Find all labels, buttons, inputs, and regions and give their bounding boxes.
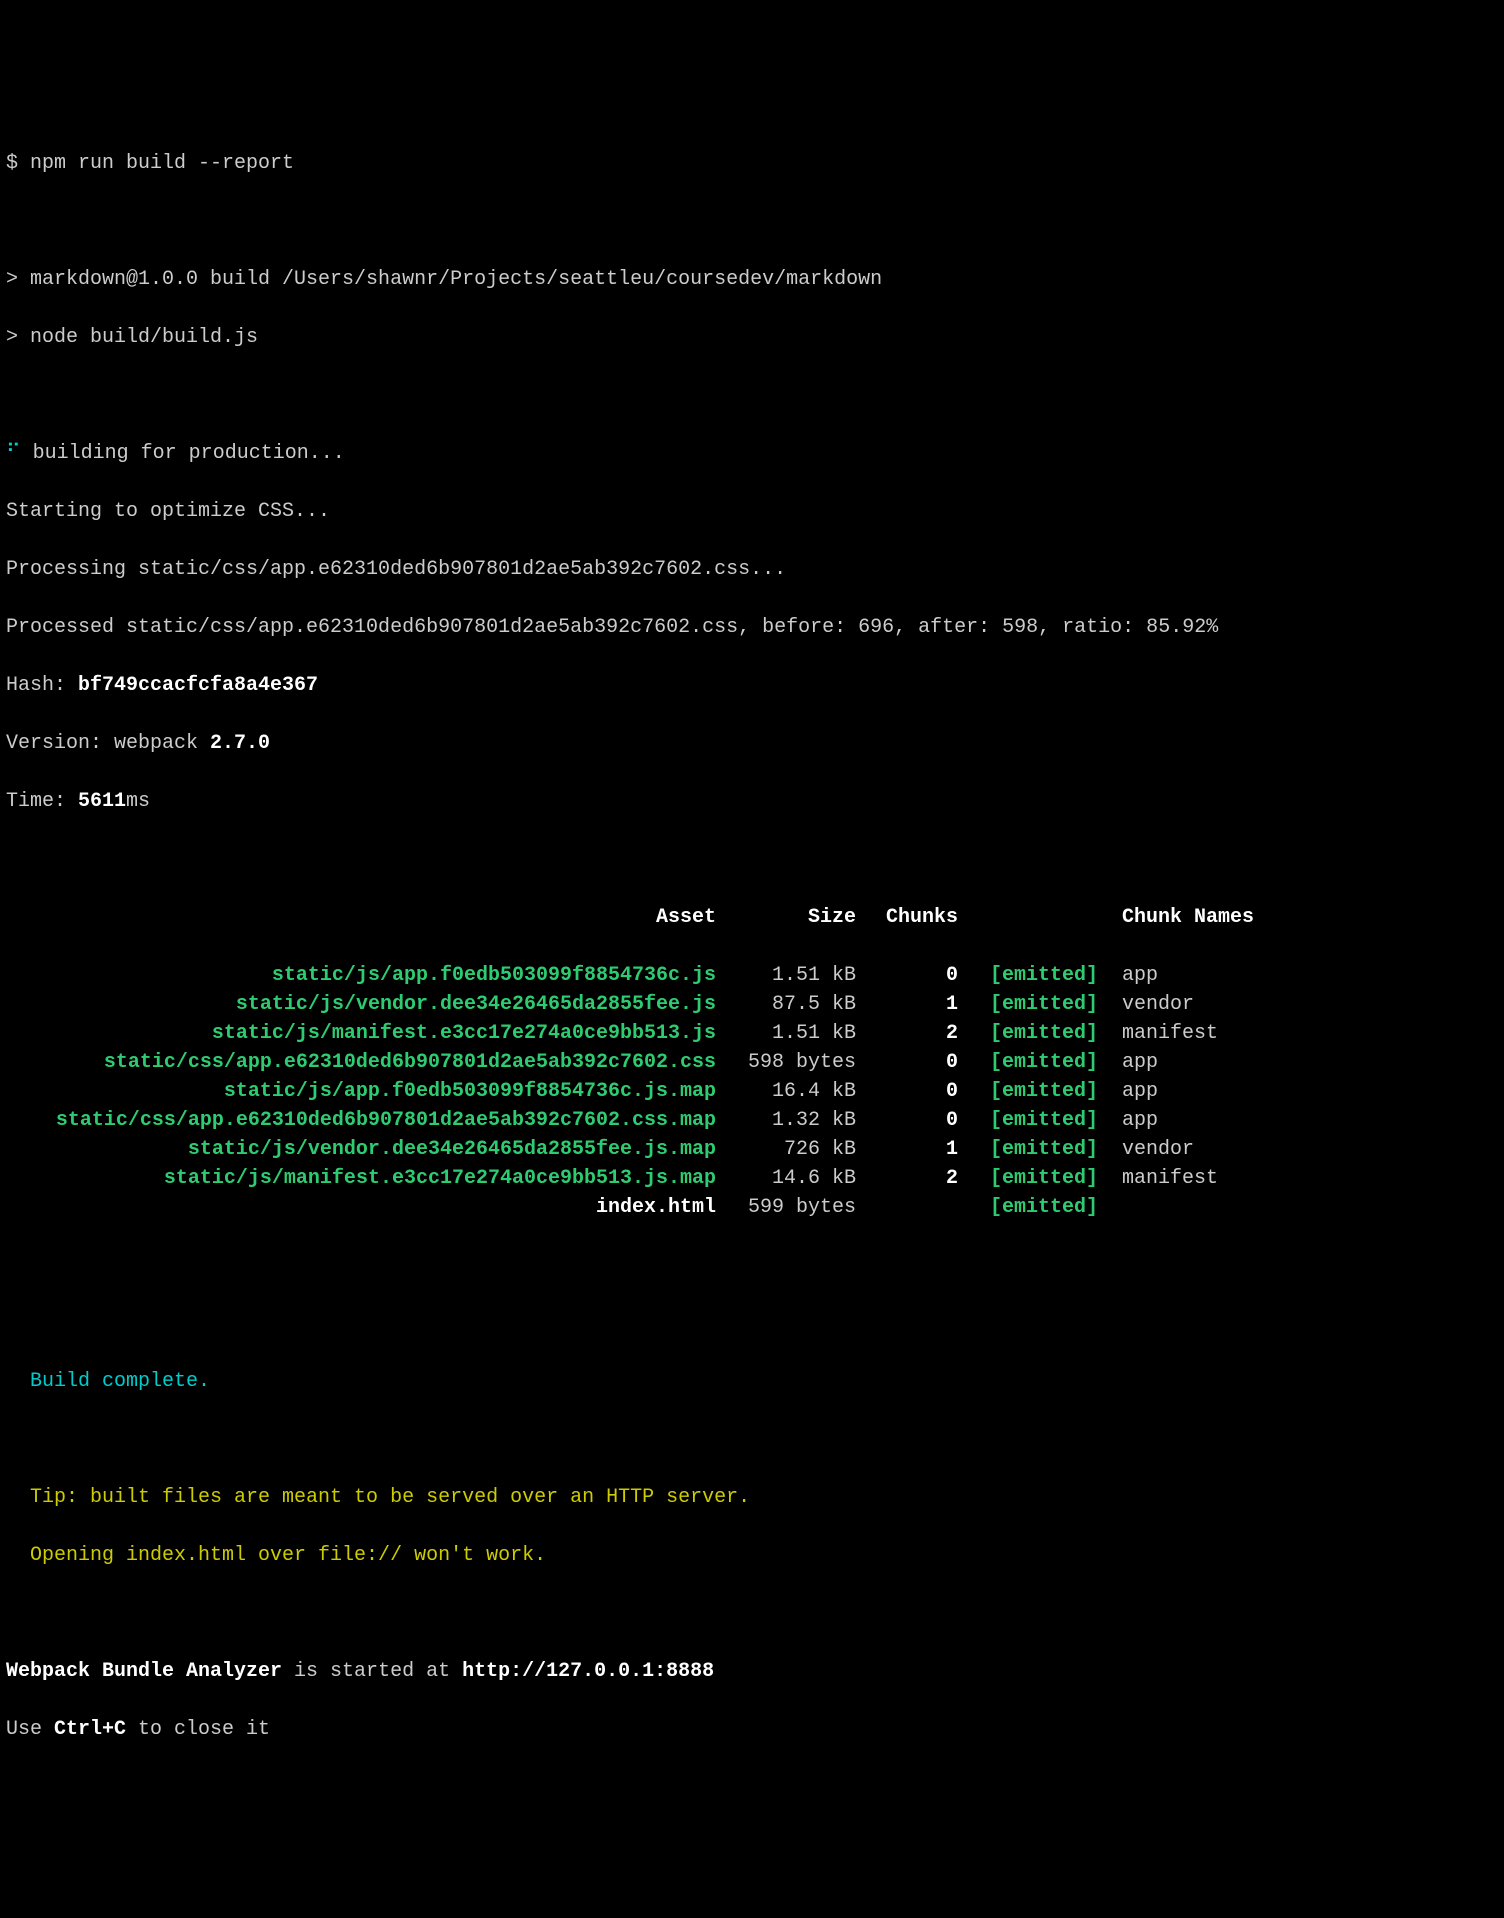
header-chunk-names: Chunk Names	[1098, 903, 1498, 932]
table-row: static/js/vendor.dee34e26465da2855fee.js…	[6, 990, 1498, 1019]
asset-name: static/js/app.f0edb503099f8854736c.js.ma…	[6, 1077, 716, 1106]
analyzer-mid: is started at	[282, 1660, 462, 1683]
analyzer-line: Webpack Bundle Analyzer is started at ht…	[6, 1657, 1498, 1686]
emitted-tag: [emitted]	[958, 961, 1098, 990]
time-label: Time:	[6, 790, 78, 813]
asset-chunk: 2	[856, 1164, 958, 1193]
processing-line: Processing static/css/app.e62310ded6b907…	[6, 555, 1498, 584]
version-line: Version: webpack 2.7.0	[6, 729, 1498, 758]
ctrl-shortcut: Ctrl+C	[54, 1718, 126, 1741]
blank-line	[6, 207, 1498, 236]
asset-size: 599 bytes	[716, 1193, 856, 1222]
table-row: static/js/app.f0edb503099f8854736c.js1.5…	[6, 961, 1498, 990]
asset-name: static/js/manifest.e3cc17e274a0ce9bb513.…	[6, 1164, 716, 1193]
emitted-tag: [emitted]	[958, 1048, 1098, 1077]
asset-chunk	[856, 1193, 958, 1222]
command-prompt-line: $ npm run build --report	[6, 149, 1498, 178]
table-row: index.html599 bytes [emitted]	[6, 1193, 1498, 1222]
emitted-tag: [emitted]	[958, 1193, 1098, 1222]
spinner-icon: ⠋	[6, 442, 21, 465]
ctrl-post: to close it	[126, 1718, 270, 1741]
asset-chunk: 0	[856, 1106, 958, 1135]
emitted-tag: [emitted]	[958, 1106, 1098, 1135]
ctrl-pre: Use	[6, 1718, 54, 1741]
asset-name: static/js/manifest.e3cc17e274a0ce9bb513.…	[6, 1019, 716, 1048]
build-complete-line: Build complete.	[6, 1367, 1498, 1396]
chunk-name: manifest	[1098, 1019, 1498, 1048]
processed-line: Processed static/css/app.e62310ded6b9078…	[6, 613, 1498, 642]
asset-name: static/js/vendor.dee34e26465da2855fee.js	[6, 990, 716, 1019]
hash-value: bf749ccacfcfa8a4e367	[78, 674, 318, 697]
asset-table: AssetSizeChunks Chunk Names static/js/ap…	[6, 874, 1498, 1251]
table-row: static/js/manifest.e3cc17e274a0ce9bb513.…	[6, 1164, 1498, 1193]
asset-name: static/js/app.f0edb503099f8854736c.js	[6, 961, 716, 990]
npm-script-line: > node build/build.js	[6, 323, 1498, 352]
chunk-name	[1098, 1193, 1498, 1222]
blank-line	[6, 1309, 1498, 1338]
asset-size: 726 kB	[716, 1135, 856, 1164]
table-row: static/css/app.e62310ded6b907801d2ae5ab3…	[6, 1106, 1498, 1135]
asset-chunk: 1	[856, 990, 958, 1019]
ctrl-c-line: Use Ctrl+C to close it	[6, 1715, 1498, 1744]
asset-size: 14.6 kB	[716, 1164, 856, 1193]
asset-chunk: 0	[856, 1077, 958, 1106]
building-line: ⠋ building for production...	[6, 439, 1498, 468]
header-asset: Asset	[6, 903, 716, 932]
time-unit: ms	[126, 790, 150, 813]
analyzer-name: Webpack Bundle Analyzer	[6, 1660, 282, 1683]
chunk-name: app	[1098, 1077, 1498, 1106]
version-value: 2.7.0	[210, 732, 270, 755]
chunk-name: vendor	[1098, 1135, 1498, 1164]
chunk-name: app	[1098, 961, 1498, 990]
chunk-name: app	[1098, 1048, 1498, 1077]
table-row: static/js/vendor.dee34e26465da2855fee.js…	[6, 1135, 1498, 1164]
emitted-tag: [emitted]	[958, 1019, 1098, 1048]
asset-size: 87.5 kB	[716, 990, 856, 1019]
asset-name: static/js/vendor.dee34e26465da2855fee.js…	[6, 1135, 716, 1164]
tip-line: Opening index.html over file:// won't wo…	[6, 1541, 1498, 1570]
asset-name: index.html	[6, 1193, 716, 1222]
tip-line: Tip: built files are meant to be served …	[6, 1483, 1498, 1512]
asset-size: 1.51 kB	[716, 961, 856, 990]
table-row: static/js/manifest.e3cc17e274a0ce9bb513.…	[6, 1019, 1498, 1048]
asset-chunk: 0	[856, 1048, 958, 1077]
time-line: Time: 5611ms	[6, 787, 1498, 816]
blank-line	[6, 1599, 1498, 1628]
terminal-output: $ npm run build --report > markdown@1.0.…	[6, 120, 1498, 1773]
blank-line	[6, 381, 1498, 410]
asset-chunk: 2	[856, 1019, 958, 1048]
npm-script-line: > markdown@1.0.0 build /Users/shawnr/Pro…	[6, 265, 1498, 294]
asset-name: static/css/app.e62310ded6b907801d2ae5ab3…	[6, 1106, 716, 1135]
header-size: Size	[716, 903, 856, 932]
chunk-name: app	[1098, 1106, 1498, 1135]
building-text: building for production...	[21, 442, 345, 465]
table-header-row: AssetSizeChunks Chunk Names	[6, 903, 1498, 932]
optimize-line: Starting to optimize CSS...	[6, 497, 1498, 526]
blank-line	[6, 1425, 1498, 1454]
emitted-tag: [emitted]	[958, 990, 1098, 1019]
analyzer-url: http://127.0.0.1:8888	[462, 1660, 714, 1683]
asset-chunk: 0	[856, 961, 958, 990]
emitted-tag: [emitted]	[958, 1164, 1098, 1193]
asset-name: static/css/app.e62310ded6b907801d2ae5ab3…	[6, 1048, 716, 1077]
emitted-tag: [emitted]	[958, 1135, 1098, 1164]
version-label: Version: webpack	[6, 732, 210, 755]
header-chunks: Chunks	[856, 903, 958, 932]
asset-size: 16.4 kB	[716, 1077, 856, 1106]
hash-line: Hash: bf749ccacfcfa8a4e367	[6, 671, 1498, 700]
asset-size: 1.32 kB	[716, 1106, 856, 1135]
chunk-name: vendor	[1098, 990, 1498, 1019]
chunk-name: manifest	[1098, 1164, 1498, 1193]
emitted-tag: [emitted]	[958, 1077, 1098, 1106]
asset-size: 1.51 kB	[716, 1019, 856, 1048]
table-row: static/css/app.e62310ded6b907801d2ae5ab3…	[6, 1048, 1498, 1077]
header-emitted-spacer	[958, 903, 1098, 932]
hash-label: Hash:	[6, 674, 78, 697]
time-value: 5611	[78, 790, 126, 813]
asset-size: 598 bytes	[716, 1048, 856, 1077]
table-row: static/js/app.f0edb503099f8854736c.js.ma…	[6, 1077, 1498, 1106]
asset-chunk: 1	[856, 1135, 958, 1164]
